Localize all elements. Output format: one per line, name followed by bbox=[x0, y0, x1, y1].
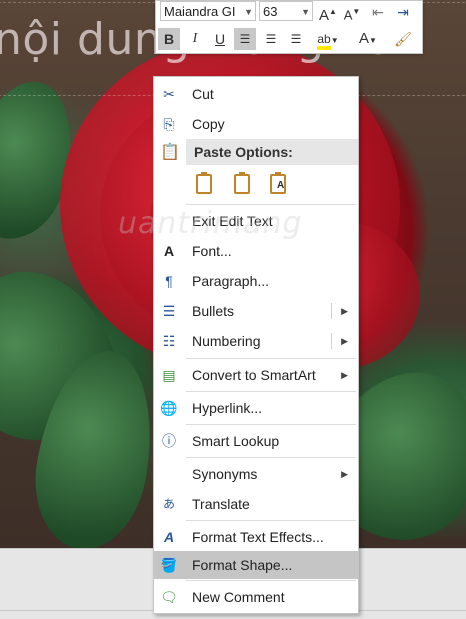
align-right-button[interactable]: ☰ bbox=[285, 28, 307, 50]
chevron-right-icon[interactable]: ▶ bbox=[341, 297, 348, 325]
submenu-separator bbox=[331, 303, 332, 319]
align-left-button[interactable]: ☰ bbox=[234, 28, 256, 50]
menu-item-label: Synonyms bbox=[192, 466, 258, 482]
menu-item-label: Numbering bbox=[192, 333, 261, 349]
italic-button[interactable]: I bbox=[184, 28, 206, 50]
grow-font-button[interactable]: A▲ bbox=[317, 1, 339, 24]
decrease-indent-button[interactable]: ⇤ bbox=[367, 1, 389, 23]
format-painter-button[interactable]: 🖌 bbox=[392, 28, 414, 50]
chevron-down-icon: ▼ bbox=[369, 36, 377, 45]
paste-picture-icon bbox=[234, 172, 250, 194]
paste-options-header: Paste Options: bbox=[186, 139, 358, 165]
mini-toolbar: Maiandra GI ▼ 63 ▼ A▲ A▼ ⇤ ⇥ B I U ☰ ☰ ☰… bbox=[155, 0, 423, 54]
highlight-icon: ab bbox=[317, 32, 331, 50]
shrink-font-button[interactable]: A▼ bbox=[341, 1, 363, 23]
menu-item-copy[interactable]: ⎘ Copy bbox=[154, 110, 358, 138]
submenu-separator bbox=[331, 333, 332, 349]
menu-divider bbox=[186, 424, 356, 425]
menu-item-font[interactable]: A Font... bbox=[154, 237, 358, 265]
menu-item-label: Convert to SmartArt bbox=[192, 367, 316, 383]
paragraph-icon: ¶ bbox=[165, 273, 173, 289]
highlight-color-button[interactable]: ab▼ bbox=[313, 28, 343, 50]
chevron-down-icon[interactable]: ▼ bbox=[244, 2, 253, 22]
paste-text-only-icon: A bbox=[270, 172, 286, 194]
context-menu: ✂ Cut ⎘ Copy 📋 Paste Options: A Exit Edi… bbox=[153, 76, 359, 614]
paste-icon: 📋 bbox=[160, 144, 180, 161]
info-search-icon: ⓘ bbox=[162, 433, 176, 449]
comment-icon: 🗨 bbox=[160, 589, 178, 605]
menu-item-label: Bullets bbox=[192, 303, 235, 319]
menu-item-format-text-effects[interactable]: A Format Text Effects... bbox=[154, 523, 358, 551]
grow-font-icon: A bbox=[319, 7, 330, 24]
scissors-icon: ✂ bbox=[163, 86, 175, 102]
menu-item-translate[interactable]: あ Translate bbox=[154, 490, 358, 518]
globe-link-icon: 🌐 bbox=[160, 400, 178, 416]
paste-keep-source-button[interactable] bbox=[194, 171, 216, 197]
format-painter-icon: 🖌 bbox=[394, 31, 412, 47]
menu-divider bbox=[186, 457, 356, 458]
menu-item-label: Font... bbox=[192, 243, 232, 259]
numbering-icon: ☷ bbox=[162, 333, 176, 349]
font-name-input[interactable]: Maiandra GI ▼ bbox=[160, 1, 256, 21]
align-center-button[interactable]: ☰ bbox=[260, 28, 282, 50]
menu-divider bbox=[186, 520, 356, 521]
paste-text-only-button[interactable]: A bbox=[268, 171, 290, 197]
menu-divider bbox=[186, 204, 356, 205]
menu-divider bbox=[186, 580, 356, 581]
menu-item-convert-smartart[interactable]: ▤ Convert to SmartArt ▶ bbox=[154, 361, 358, 389]
chevron-down-icon: ▼ bbox=[330, 36, 339, 45]
align-left-icon: ☰ bbox=[239, 32, 251, 46]
menu-divider bbox=[186, 391, 356, 392]
bullets-icon: ☰ bbox=[162, 303, 176, 319]
align-center-icon: ☰ bbox=[265, 32, 277, 46]
align-right-icon: ☰ bbox=[290, 32, 302, 46]
menu-item-synonyms[interactable]: Synonyms ▶ bbox=[154, 460, 358, 488]
font-size-input[interactable]: 63 ▼ bbox=[259, 1, 313, 21]
menu-item-label: Hyperlink... bbox=[192, 400, 263, 416]
chevron-right-icon[interactable]: ▶ bbox=[341, 361, 348, 389]
chevron-right-icon[interactable]: ▶ bbox=[341, 460, 348, 488]
font-color-button[interactable]: A▼ bbox=[354, 28, 382, 50]
menu-item-numbering[interactable]: ☷ Numbering ▶ bbox=[154, 327, 358, 355]
paint-bucket-icon: 🪣 bbox=[160, 557, 178, 573]
copy-icon: ⎘ bbox=[163, 116, 175, 132]
chevron-down-icon[interactable]: ▼ bbox=[301, 2, 310, 22]
increase-indent-icon: ⇥ bbox=[397, 4, 409, 20]
chevron-right-icon[interactable]: ▶ bbox=[341, 327, 348, 355]
menu-item-new-comment[interactable]: 🗨 New Comment bbox=[154, 583, 358, 611]
font-color-icon: A bbox=[359, 30, 370, 47]
smartart-icon: ▤ bbox=[162, 367, 176, 383]
paste-keep-source-icon bbox=[196, 172, 212, 194]
menu-item-label: Format Shape... bbox=[192, 557, 293, 573]
paste-picture-button[interactable] bbox=[232, 171, 254, 197]
menu-item-cut[interactable]: ✂ Cut bbox=[154, 80, 358, 108]
menu-item-label: Paragraph... bbox=[192, 273, 270, 289]
text-effects-icon: A bbox=[163, 529, 175, 545]
menu-item-bullets[interactable]: ☰ Bullets ▶ bbox=[154, 297, 358, 325]
menu-item-hyperlink[interactable]: 🌐 Hyperlink... bbox=[154, 394, 358, 422]
font-icon: A bbox=[163, 243, 175, 259]
bold-button[interactable]: B bbox=[158, 28, 180, 50]
menu-item-label: New Comment bbox=[192, 589, 285, 605]
menu-item-format-shape[interactable]: 🪣 Format Shape... bbox=[154, 551, 358, 579]
menu-item-label: Format Text Effects... bbox=[192, 529, 324, 545]
increase-indent-button[interactable]: ⇥ bbox=[392, 1, 414, 23]
translate-icon: あ bbox=[162, 497, 175, 511]
font-name-value: Maiandra GI bbox=[164, 4, 236, 19]
font-size-value: 63 bbox=[263, 4, 278, 19]
menu-divider bbox=[186, 358, 356, 359]
watermark-logo: uantrimang bbox=[118, 206, 303, 241]
menu-item-label: Translate bbox=[192, 496, 250, 512]
decrease-indent-icon: ⇤ bbox=[372, 4, 384, 20]
menu-item-label: Copy bbox=[192, 116, 225, 132]
underline-button[interactable]: U bbox=[209, 28, 231, 50]
menu-item-label: Cut bbox=[192, 86, 214, 102]
paste-options-label: Paste Options: bbox=[194, 144, 293, 160]
menu-item-paragraph[interactable]: ¶ Paragraph... bbox=[154, 267, 358, 295]
menu-item-smart-lookup[interactable]: ⓘ Smart Lookup bbox=[154, 427, 358, 455]
menu-item-label: Smart Lookup bbox=[192, 433, 280, 449]
